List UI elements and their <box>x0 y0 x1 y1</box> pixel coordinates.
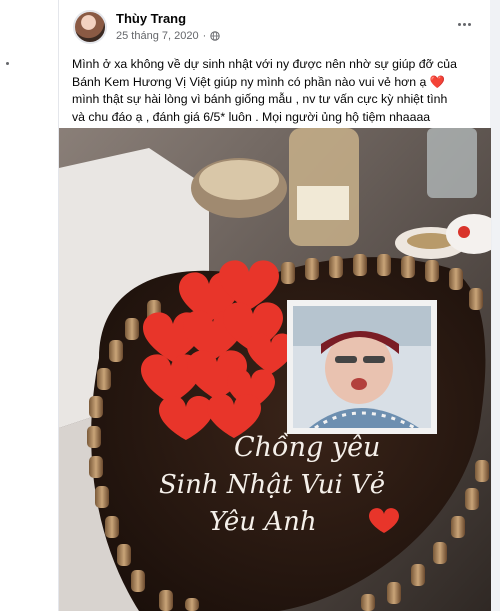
globe-icon <box>210 31 220 41</box>
cake-text-line3: Yêu Anh <box>209 507 317 537</box>
facebook-post: Thùy Trang 25 tháng 7, 2020 · Mình ở xa … <box>58 0 491 611</box>
more-options-icon[interactable] <box>453 16 475 32</box>
post-header: Thùy Trang 25 tháng 7, 2020 · <box>59 0 491 52</box>
caption-line: Mình ở xa không về dự sinh nhật với ny đ… <box>72 57 457 71</box>
caption-line: Bánh Kem Hương Vị Việt giúp ny mình có p… <box>72 74 446 89</box>
bullet-dot <box>6 62 9 65</box>
heart-emoji-icon: ❤️ <box>429 74 446 89</box>
avatar[interactable] <box>73 10 107 44</box>
caption-line: mình thật sự hài lòng vì bánh giống mẫu … <box>72 92 448 106</box>
post-meta: 25 tháng 7, 2020 · <box>116 30 220 42</box>
cake-text-line1: Chồng yêu <box>234 432 380 463</box>
separator: · <box>202 30 207 42</box>
author-name[interactable]: Thùy Trang <box>116 11 186 26</box>
cake-text-line2: Sinh Nhật Vui Vẻ <box>159 470 385 500</box>
post-date[interactable]: 25 tháng 7, 2020 <box>116 30 199 42</box>
glass <box>427 128 477 198</box>
printed-photo <box>287 300 437 434</box>
cake-photo-illustration: Chồng yêu Sinh Nhật Vui Vẻ Yêu Anh <box>59 128 491 611</box>
left-gutter <box>0 0 58 611</box>
post-photo[interactable]: Chồng yêu Sinh Nhật Vui Vẻ Yêu Anh <box>59 128 491 611</box>
caption-line: và chu đáo ạ , đánh giá 6/5* luôn . Mọi … <box>72 109 431 124</box>
post-caption: Mình ở xa không về dự sinh nhật với ny đ… <box>72 56 482 126</box>
